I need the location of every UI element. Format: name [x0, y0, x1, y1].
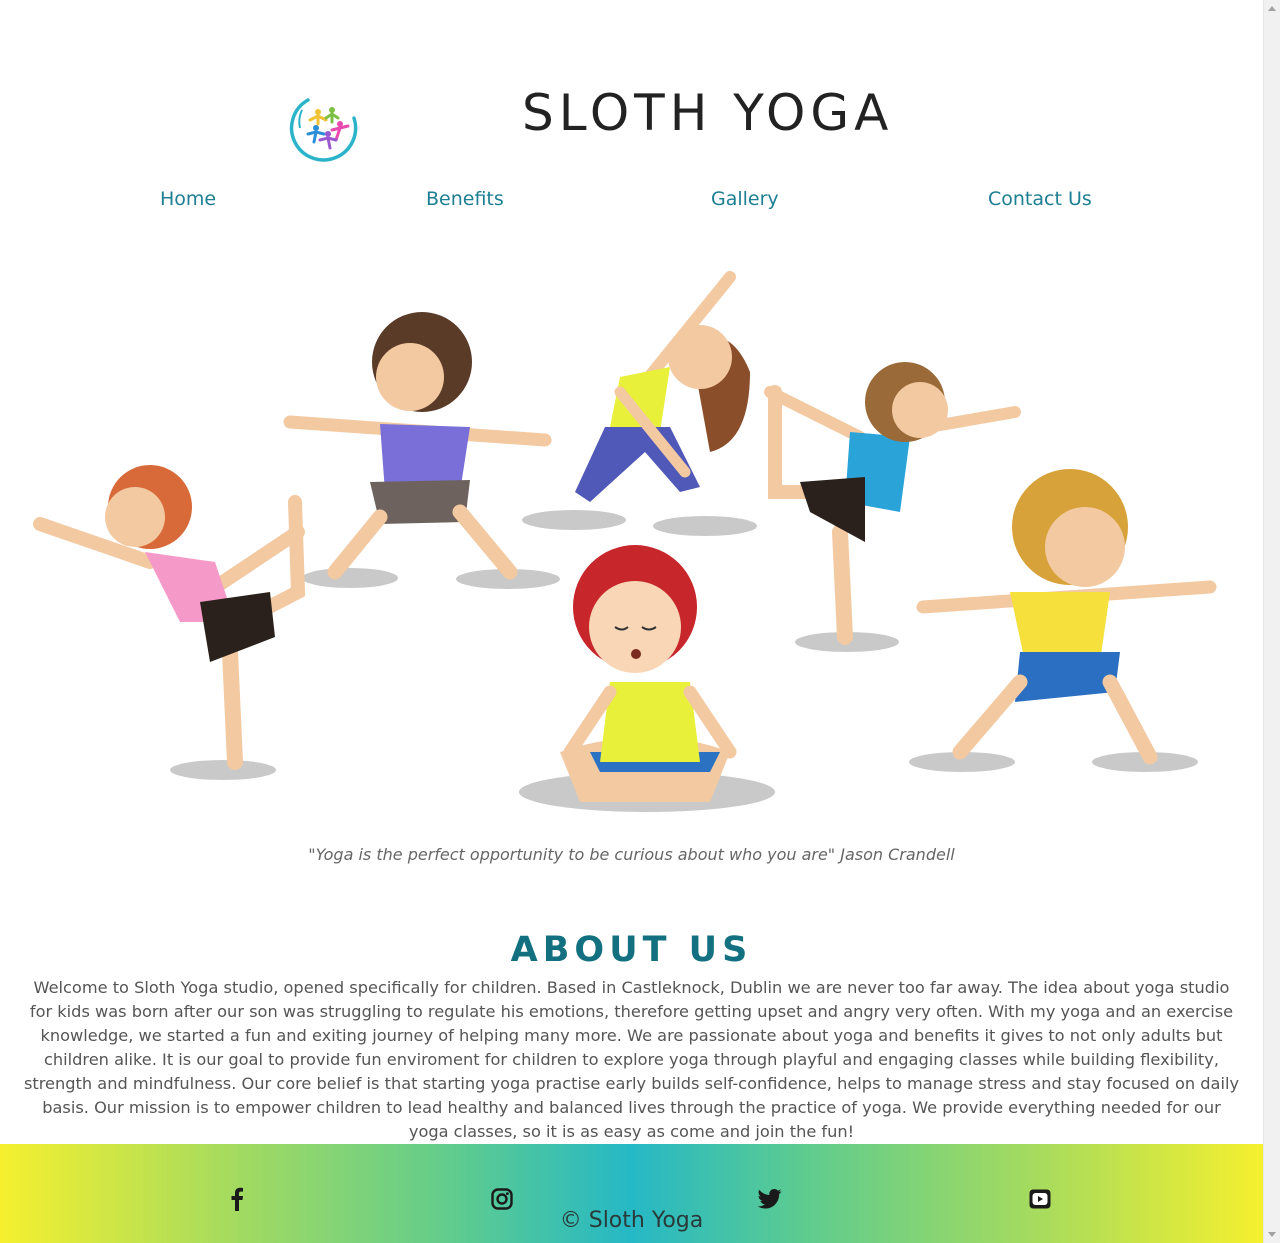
about-us-heading: ABOUT US	[510, 930, 753, 970]
nav-link-benefits[interactable]: Benefits	[426, 188, 504, 210]
nav-link-home[interactable]: Home	[160, 188, 216, 210]
child-dancer-pose-left	[33, 465, 306, 770]
child-warrior-pose-boy-purple	[283, 312, 552, 580]
nav-link-contact-us[interactable]: Contact Us	[988, 188, 1092, 210]
child-warrior-pose-boy-yellow	[916, 469, 1217, 765]
vertical-scrollbar[interactable]	[1263, 0, 1280, 1243]
copyright-text: © Sloth Yoga	[559, 1208, 704, 1233]
site-title: SLOTH YOGA	[522, 84, 894, 142]
child-side-bend-pose	[575, 271, 750, 502]
hero-quote: "Yoga is the perfect opportunity to be c…	[308, 845, 955, 864]
scroll-up-arrow-icon[interactable]	[1268, 6, 1276, 11]
nav-link-gallery[interactable]: Gallery	[711, 188, 779, 210]
scroll-down-arrow-icon[interactable]	[1268, 1232, 1276, 1237]
about-us-text: Welcome to Sloth Yoga studio, opened spe…	[23, 978, 1240, 1141]
page: SLOTH YOGA Home Benefits Gallery Contact…	[0, 0, 1263, 1243]
footer: © Sloth Yoga	[0, 1144, 1263, 1243]
child-lotus-meditation-pose	[560, 545, 737, 802]
kids-yoga-illustration	[33, 271, 1217, 812]
main-nav: Home Benefits Gallery Contact Us	[0, 188, 1263, 214]
child-dancer-pose-right	[764, 362, 1021, 645]
logo-icon[interactable]	[288, 88, 366, 166]
